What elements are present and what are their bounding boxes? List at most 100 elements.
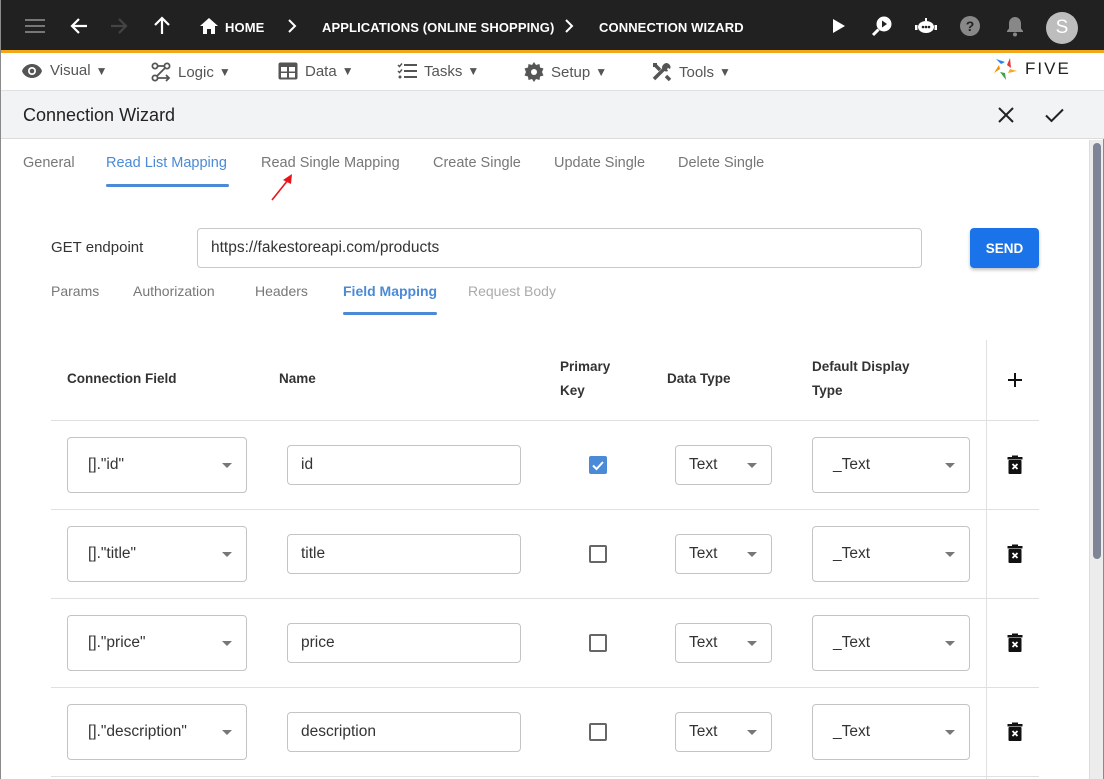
forward-arrow-icon[interactable] — [107, 14, 131, 38]
scrollbar-thumb[interactable] — [1093, 143, 1101, 559]
breadcrumb-connection-wizard[interactable]: CONNECTION WIZARD — [599, 20, 744, 35]
subtab-field-mapping[interactable]: Field Mapping — [343, 283, 437, 299]
endpoint-input[interactable]: https://fakestoreapi.com/products — [197, 228, 922, 268]
menu-setup[interactable]: Setup ▼ — [524, 62, 607, 82]
form-header: Connection Wizard — [1, 91, 1104, 139]
data-type-value: Text — [689, 456, 718, 473]
delete-row-button[interactable] — [1007, 544, 1023, 564]
dropdown-arrow-icon — [945, 551, 955, 557]
connection-field-value: []."description" — [88, 723, 187, 740]
close-button[interactable] — [995, 104, 1017, 126]
data-type-select[interactable]: Text — [675, 623, 772, 663]
tab-delete-single[interactable]: Delete Single — [678, 155, 764, 171]
chatbot-icon[interactable] — [914, 14, 938, 38]
back-arrow-icon[interactable] — [67, 14, 91, 38]
eye-icon — [22, 63, 42, 78]
primary-key-checkbox[interactable] — [589, 723, 607, 741]
menu-tools[interactable]: Tools ▼ — [652, 62, 731, 82]
data-type-select[interactable]: Text — [675, 445, 772, 485]
breadcrumb-home[interactable]: HOME — [225, 20, 264, 35]
primary-key-checkbox[interactable] — [589, 634, 607, 652]
save-button[interactable] — [1043, 104, 1065, 126]
menu-setup-label: Setup — [551, 63, 591, 81]
send-button[interactable]: SEND — [970, 228, 1039, 268]
display-type-select[interactable]: _Text — [812, 615, 970, 671]
play-icon[interactable] — [827, 14, 851, 38]
field-name-value: id — [301, 456, 314, 473]
data-type-select[interactable]: Text — [675, 534, 772, 574]
tab-general[interactable]: General — [23, 155, 75, 171]
menu-data[interactable]: Data ▼ — [278, 62, 354, 80]
breadcrumb-applications[interactable]: APPLICATIONS (ONLINE SHOPPING) — [322, 20, 554, 35]
data-type-value: Text — [689, 545, 718, 562]
connection-field-select[interactable]: []."title" — [67, 526, 247, 582]
display-type-select[interactable]: _Text — [812, 704, 970, 760]
display-type-select[interactable]: _Text — [812, 437, 970, 493]
chevron-right-icon — [280, 14, 304, 38]
trash-icon — [1007, 544, 1023, 563]
vertical-scrollbar[interactable] — [1089, 140, 1103, 779]
data-type-select[interactable]: Text — [675, 712, 772, 752]
delete-row-button[interactable] — [1007, 633, 1023, 653]
dropdown-arrow-icon — [222, 729, 232, 735]
plus-icon — [1008, 373, 1022, 387]
connection-field-select[interactable]: []."description" — [67, 704, 247, 760]
field-name-input[interactable]: id — [287, 445, 521, 485]
caret-down-icon: ▼ — [595, 65, 608, 79]
tab-update-single[interactable]: Update Single — [554, 155, 645, 171]
gear-icon — [524, 62, 544, 82]
dropdown-arrow-icon — [747, 462, 757, 468]
display-type-select[interactable]: _Text — [812, 526, 970, 582]
dropdown-arrow-icon — [747, 551, 757, 557]
col-header-default-display-line1: Default Display — [812, 359, 910, 374]
menu-logic[interactable]: Logic ▼ — [151, 62, 231, 82]
dropdown-arrow-icon — [222, 551, 232, 557]
tab-create-single[interactable]: Create Single — [433, 155, 521, 171]
tab-read-single-mapping[interactable]: Read Single Mapping — [261, 155, 400, 171]
top-bar: HOME APPLICATIONS (ONLINE SHOPPING) CONN… — [1, 0, 1104, 53]
avatar-initial: S — [1055, 17, 1069, 38]
menu-visual[interactable]: Visual ▼ — [21, 62, 107, 79]
add-row-button[interactable] — [1005, 370, 1025, 390]
data-type-value: Text — [689, 634, 718, 651]
dropdown-arrow-icon — [222, 462, 232, 468]
connection-field-select[interactable]: []."id" — [67, 437, 247, 493]
menu-tasks[interactable]: Tasks ▼ — [397, 62, 479, 80]
logic-flow-icon — [151, 62, 171, 82]
connection-field-value: []."price" — [88, 634, 146, 651]
up-arrow-icon[interactable] — [150, 14, 174, 38]
hamburger-menu-icon[interactable] — [23, 14, 47, 38]
user-avatar[interactable]: S — [1046, 12, 1078, 44]
row-divider — [51, 598, 1039, 599]
close-icon — [998, 107, 1014, 123]
subtab-headers[interactable]: Headers — [255, 283, 308, 299]
delete-row-button[interactable] — [1007, 455, 1023, 475]
table-icon — [278, 62, 298, 80]
dropdown-arrow-icon — [222, 640, 232, 646]
column-divider — [986, 340, 987, 779]
connection-field-select[interactable]: []."price" — [67, 615, 247, 671]
help-icon[interactable]: ? — [958, 14, 982, 38]
home-icon[interactable] — [197, 14, 221, 38]
notification-bell-icon[interactable] — [1003, 14, 1027, 38]
field-name-input[interactable]: price — [287, 623, 521, 663]
checklist-icon — [397, 63, 417, 79]
col-header-data-type: Data Type — [667, 371, 731, 386]
trash-icon — [1007, 722, 1023, 741]
field-name-input[interactable]: title — [287, 534, 521, 574]
delete-row-button[interactable] — [1007, 722, 1023, 742]
search-play-icon[interactable] — [870, 14, 894, 38]
field-name-input[interactable]: description — [287, 712, 521, 752]
menu-tools-label: Tools — [679, 63, 715, 81]
caret-down-icon: ▼ — [95, 63, 108, 78]
subtab-params[interactable]: Params — [51, 283, 99, 299]
menu-visual-label: Visual — [50, 62, 91, 79]
display-type-value: _Text — [833, 634, 871, 651]
dropdown-arrow-icon — [945, 640, 955, 646]
row-divider — [51, 509, 1039, 510]
trash-icon — [1007, 455, 1023, 474]
primary-key-checkbox[interactable] — [589, 545, 607, 563]
tab-read-list-mapping[interactable]: Read List Mapping — [106, 155, 227, 171]
primary-key-checkbox[interactable] — [589, 456, 607, 474]
subtab-authorization[interactable]: Authorization — [133, 283, 215, 299]
